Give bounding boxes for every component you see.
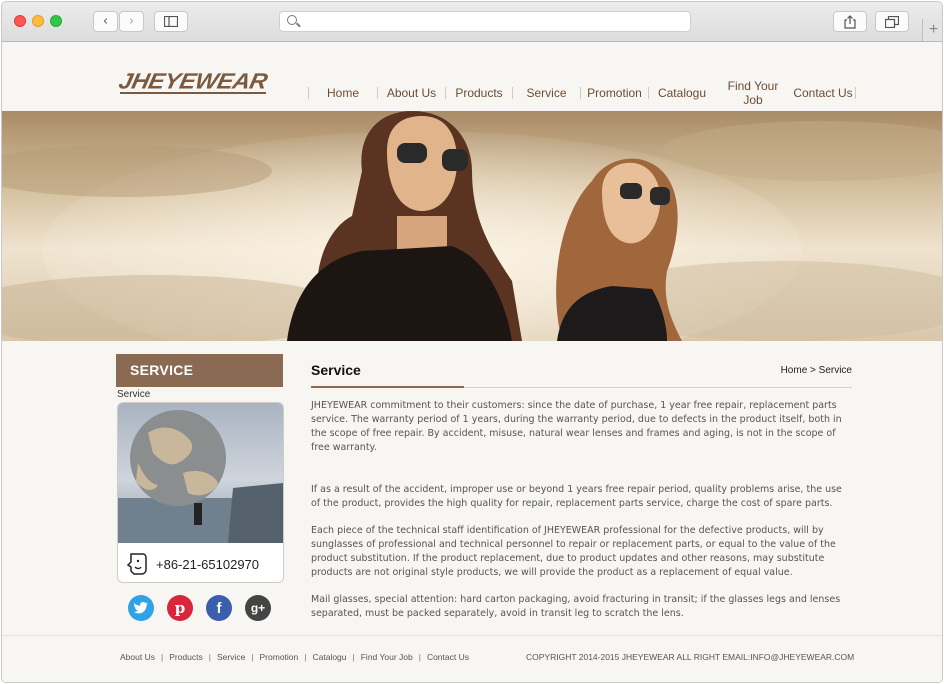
sidebar-toggle-button[interactable] bbox=[154, 11, 188, 32]
share-icon bbox=[844, 14, 856, 29]
breadcrumb[interactable]: Home > Service bbox=[781, 365, 852, 376]
footer-link-catalogu[interactable]: Catalogu bbox=[312, 652, 346, 662]
site-header: JHEYEWEAR Home About Us Products Service… bbox=[2, 42, 942, 111]
main-nav: Home About Us Products Service Promotion… bbox=[308, 79, 856, 107]
pinterest-icon[interactable]: p bbox=[167, 595, 193, 621]
title-divider-accent bbox=[311, 386, 464, 388]
tabs-button[interactable] bbox=[875, 11, 909, 32]
footer-separator: | bbox=[352, 652, 355, 662]
footer-separator: | bbox=[251, 652, 254, 662]
twitter-icon[interactable] bbox=[128, 595, 154, 621]
back-button[interactable]: ‹ bbox=[93, 11, 118, 32]
page-title: Service bbox=[311, 362, 361, 378]
nav-item-products[interactable]: Products bbox=[446, 86, 512, 100]
plus-icon: + bbox=[928, 21, 939, 38]
nav-item-about-us[interactable]: About Us bbox=[378, 86, 445, 100]
phone-row: +86-21-65102970 bbox=[118, 544, 283, 582]
footer-link-promotion[interactable]: Promotion bbox=[260, 652, 299, 662]
footer-separator: | bbox=[160, 652, 164, 662]
google-plus-icon[interactable]: g+ bbox=[245, 595, 271, 621]
sidebar-subtitle[interactable]: Service bbox=[117, 389, 150, 400]
browser-window: ‹ › + JHEYEWEAR Home About Us Products S… bbox=[1, 1, 943, 683]
twitter-bird-icon bbox=[134, 602, 148, 614]
footer-separator: | bbox=[304, 652, 307, 662]
footer-separator: | bbox=[418, 652, 421, 662]
nav-item-find-your-job[interactable]: Find Your Job bbox=[715, 79, 791, 107]
service-image bbox=[118, 403, 283, 543]
sidebar-title: SERVICE bbox=[116, 354, 283, 387]
chevron-right-icon: › bbox=[128, 14, 135, 29]
social-links: p f g+ bbox=[128, 595, 271, 621]
footer-link-contact-us[interactable]: Contact Us bbox=[427, 652, 469, 662]
service-paragraph: If as a result of the accident, improper… bbox=[311, 484, 842, 509]
sidebar-contact-card: +86-21-65102970 bbox=[117, 402, 284, 583]
copyright-text: COPYRIGHT 2014-2015 JHEYEWEAR ALL RIGHT … bbox=[526, 652, 855, 662]
nav-item-promotion[interactable]: Promotion bbox=[581, 86, 648, 100]
hero-photo bbox=[2, 111, 942, 341]
new-tab-button[interactable]: + bbox=[922, 19, 942, 41]
hero-banner bbox=[2, 111, 942, 341]
close-window-button[interactable] bbox=[14, 15, 26, 27]
nav-divider bbox=[855, 87, 856, 99]
facebook-icon[interactable]: f bbox=[206, 595, 232, 621]
search-icon bbox=[287, 15, 297, 25]
forward-button[interactable]: › bbox=[119, 11, 144, 32]
maximize-window-button[interactable] bbox=[50, 15, 62, 27]
nav-item-contact-us[interactable]: Contact Us bbox=[791, 86, 855, 100]
footer-separator: | bbox=[208, 652, 211, 662]
chevron-left-icon: ‹ bbox=[102, 14, 109, 29]
google-plus-glyph: g+ bbox=[250, 601, 266, 615]
content-area: SERVICE Service +86-21-65102970 p f g+ S… bbox=[2, 341, 942, 635]
service-paragraph: Mail glasses, special attention: hard ca… bbox=[311, 594, 841, 619]
service-paragraph: JHEYEWEAR commitment to their customers:… bbox=[311, 400, 842, 453]
sidebar-icon bbox=[164, 16, 178, 27]
address-bar[interactable] bbox=[279, 11, 691, 32]
browser-toolbar: ‹ › + bbox=[2, 2, 942, 42]
tabs-icon bbox=[885, 15, 899, 28]
footer-link-about-us[interactable]: About Us bbox=[120, 652, 155, 662]
logo-underline bbox=[120, 92, 266, 94]
globe-illustration bbox=[118, 410, 283, 543]
pinterest-glyph: p bbox=[174, 599, 186, 617]
nav-item-catalogu[interactable]: Catalogu bbox=[649, 86, 715, 100]
nav-item-home[interactable]: Home bbox=[309, 86, 377, 100]
footer-link-products[interactable]: Products bbox=[169, 652, 203, 662]
facebook-glyph: f bbox=[216, 599, 222, 617]
footer-link-service[interactable]: Service bbox=[217, 652, 245, 662]
share-button[interactable] bbox=[833, 11, 867, 32]
customer-service-icon bbox=[126, 553, 147, 575]
footer-link-find-your-job[interactable]: Find Your Job bbox=[361, 652, 413, 662]
minimize-window-button[interactable] bbox=[32, 15, 44, 27]
site-footer: About Us | Products | Service | Promotio… bbox=[2, 635, 942, 682]
nav-item-service[interactable]: Service bbox=[513, 86, 580, 100]
phone-number: +86-21-65102970 bbox=[156, 556, 260, 572]
footer-nav: About Us | Products | Service | Promotio… bbox=[120, 652, 469, 662]
service-paragraph: Each piece of the technical staff identi… bbox=[311, 525, 836, 578]
